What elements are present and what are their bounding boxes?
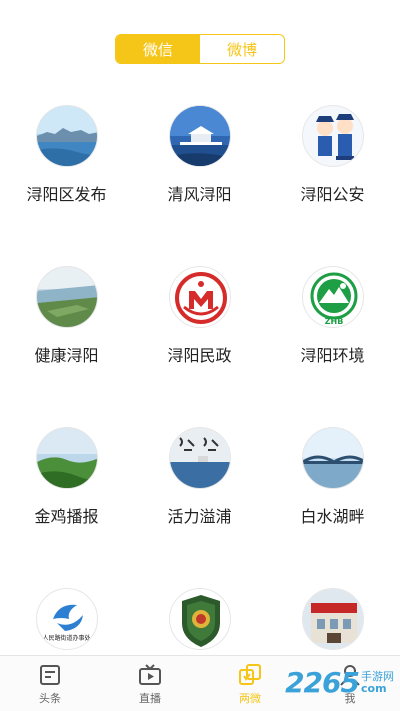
tab-headline[interactable]: 头条: [0, 656, 100, 711]
calligraphy-lake-icon: [168, 427, 231, 489]
account-name: 金鸡播报: [34, 507, 99, 526]
platform-segmented-control: 微信 微博: [115, 34, 285, 64]
account-item-huoli-yipu[interactable]: 活力溢浦: [133, 427, 266, 527]
police-cartoon-icon: [301, 105, 364, 167]
account-name: 健康浔阳: [34, 346, 99, 365]
environment-zhb-emblem-icon: ZHB: [301, 266, 364, 328]
account-item-market-supervision[interactable]: [133, 588, 266, 650]
svg-text:ZHB: ZHB: [324, 317, 343, 326]
two-micro-icon: [239, 663, 261, 685]
building-photo-icon: [301, 588, 364, 650]
watermark-suffix: com: [361, 681, 387, 695]
civil-affairs-emblem-icon: [168, 266, 231, 328]
account-name: 浔阳环境: [300, 346, 365, 365]
account-name: 白水湖畔: [300, 507, 365, 526]
account-item-building[interactable]: [266, 588, 399, 650]
account-name: 浔阳区发布: [26, 185, 107, 204]
tab-live-label: 直播: [139, 691, 161, 705]
green-landscape-icon: [35, 427, 98, 489]
tab-two-micro-label: 两微: [239, 691, 261, 705]
watermark-number: 2265: [285, 666, 360, 699]
river-aerial-icon: [35, 266, 98, 328]
tab-weibo[interactable]: 微博: [200, 35, 284, 63]
tab-wechat[interactable]: 微信: [116, 35, 200, 63]
account-item-xunyang-gongan[interactable]: 浔阳公安: [266, 105, 399, 205]
account-name: 浔阳公安: [300, 185, 365, 204]
market-supervision-badge-icon: [168, 588, 231, 650]
account-name: 活力溢浦: [167, 507, 232, 526]
account-item-jiankang-xunyang[interactable]: 健康浔阳: [0, 266, 133, 366]
live-tv-icon: [139, 663, 161, 685]
bridge-icon: [301, 427, 364, 489]
account-name: 浔阳民政: [167, 346, 232, 365]
street-office-logo-icon: 人民路街道办事处: [35, 588, 98, 650]
account-item-street-office[interactable]: 人民路街道办事处: [0, 588, 133, 650]
account-item-baishui-hupan[interactable]: 白水湖畔: [266, 427, 399, 527]
site-watermark: 2265 手游网 com: [285, 666, 394, 699]
account-item-xunyang-minzheng[interactable]: 浔阳民政: [133, 266, 266, 366]
account-item-xunyang-huanjing[interactable]: ZHB 浔阳环境: [266, 266, 399, 366]
watermark-site: 手游网: [361, 669, 394, 683]
account-item-xunyang-fabu[interactable]: 浔阳区发布: [0, 105, 133, 205]
tab-headline-label: 头条: [39, 691, 61, 705]
account-name: 清风浔阳: [167, 185, 232, 204]
account-item-qingfeng-xunyang[interactable]: 清风浔阳: [133, 105, 266, 205]
headline-icon: [40, 664, 60, 685]
tab-live[interactable]: 直播: [100, 656, 200, 711]
account-item-jinji-bobao[interactable]: 金鸡播报: [0, 427, 133, 527]
pavilion-icon: [168, 105, 231, 167]
lake-city-icon: [35, 105, 98, 167]
street-office-logo-text: 人民路街道办事处: [42, 635, 91, 642]
